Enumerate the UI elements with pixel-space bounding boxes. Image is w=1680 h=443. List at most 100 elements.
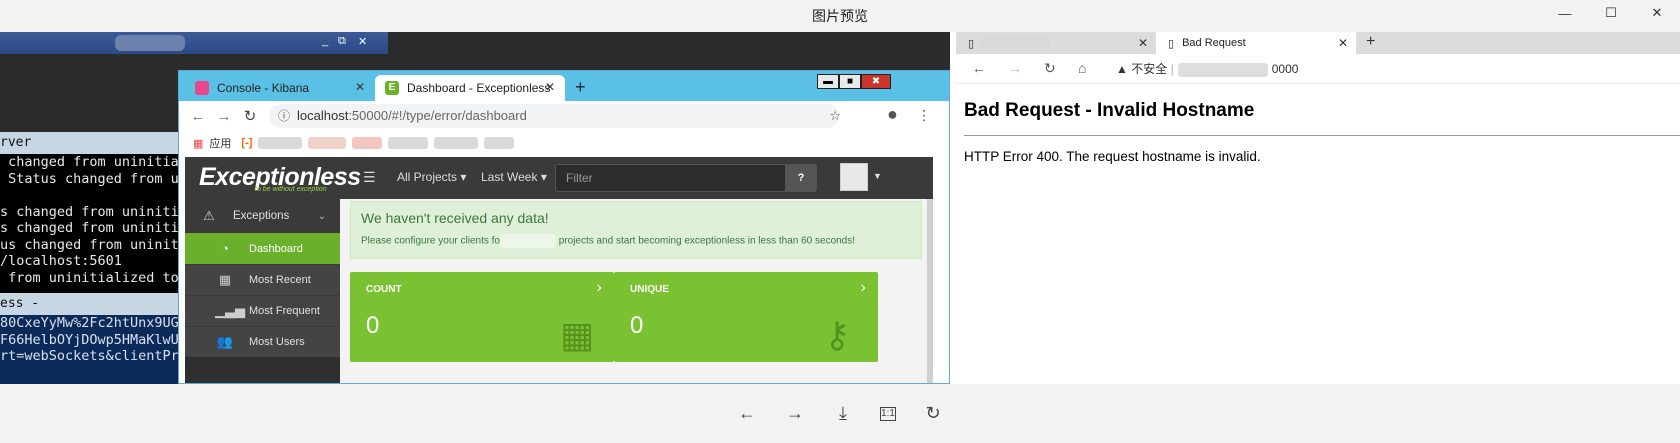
bookmark-apps[interactable]: 应用 <box>209 135 231 151</box>
chrome-window: Console - Kibana ✕ E Dashboard - Excepti… <box>178 70 950 384</box>
terminal-line: /localhost:5601 <box>0 253 122 269</box>
terminal-output: 80CxeYyMw%2Fc2htUnx9UG F66HelbOYjDOwp5HMa… <box>0 315 178 384</box>
minimize-button[interactable]: — <box>1542 0 1588 26</box>
error-page: Bad Request - Invalid Hostname HTTP Erro… <box>964 100 1680 164</box>
no-data-alert: We haven't received any data! Please con… <box>350 201 922 259</box>
terminal-minimize-button[interactable]: _ <box>322 35 328 47</box>
reload-icon[interactable]: ↻ <box>237 107 263 125</box>
tab-label: Console - Kibana <box>217 81 310 95</box>
tab-strip: Console - Kibana ✕ E Dashboard - Excepti… <box>179 71 949 101</box>
exceptionless-app: Exceptionless to be without exception ☰ … <box>185 157 933 383</box>
terminal-close-button[interactable]: ✕ <box>358 35 367 48</box>
sidebar-item-most-frequent[interactable]: ▁▃▅ Most Frequent <box>185 295 340 326</box>
sidebar-item-most-recent[interactable]: ▦ Most Recent <box>185 264 340 295</box>
sidebar-item-label: Most Users <box>249 336 305 348</box>
warning-icon: ⚠ <box>203 208 215 223</box>
new-tab-button[interactable]: + <box>575 77 586 98</box>
chrome-maximize-button[interactable]: ■ <box>839 74 861 89</box>
close-tab-icon[interactable]: ✕ <box>545 80 555 94</box>
tab-kibana[interactable]: Console - Kibana ✕ <box>185 75 375 101</box>
chrome-close-button[interactable]: ✖ <box>861 74 891 89</box>
redacted-bookmark[interactable] <box>484 137 515 149</box>
sidebar-item-dashboard[interactable]: ◔ Dashboard <box>185 233 340 264</box>
terminal-line: from uninitialized to <box>0 269 178 286</box>
alert-heading: We haven't received any data! <box>361 210 549 226</box>
dashboard-icon: ◔ <box>221 241 229 256</box>
redacted-title <box>115 35 185 51</box>
exceptionless-icon: E <box>385 81 399 95</box>
back-icon[interactable]: ← <box>972 60 986 76</box>
tab-exceptionless[interactable]: E Dashboard - Exceptionless ✕ <box>375 75 565 101</box>
profile-icon[interactable]: ● <box>887 104 898 125</box>
redacted-bookmark[interactable] <box>388 137 429 149</box>
terminal-line: rt=webSockets&clientPr <box>0 348 178 364</box>
warning-icon: ▲ <box>1116 62 1128 76</box>
close-button[interactable]: ✕ <box>1634 0 1680 26</box>
forward-icon[interactable]: → <box>211 108 237 125</box>
period-dropdown[interactable]: Last Week ▾ <box>481 170 547 184</box>
address-suffix: 0000 <box>1271 62 1299 76</box>
reload-icon[interactable]: ↻ <box>1044 60 1056 77</box>
chevron-down-icon: ⌄ <box>317 210 326 222</box>
tab-redacted[interactable]: ▯ ✕ <box>956 32 1156 54</box>
terminal-line: changed from uninitia <box>0 154 178 170</box>
actual-size-button[interactable]: 1:1 <box>880 406 896 421</box>
address-bar[interactable]: ⓘ localhost:50000/#!/type/error/dashboar… <box>269 104 841 128</box>
sidebar-item-most-users[interactable]: 👥 Most Users <box>185 326 340 357</box>
terminal-section-header: rver <box>0 132 178 154</box>
hamburger-icon[interactable]: ☰ <box>363 169 376 186</box>
new-tab-button[interactable]: + <box>1366 33 1375 51</box>
rotate-button[interactable]: ↻ <box>922 403 944 425</box>
previous-button[interactable]: ← <box>736 403 758 425</box>
download-button[interactable]: ⤓ <box>832 403 854 425</box>
home-icon[interactable]: ⌂ <box>1078 60 1086 76</box>
sidebar: ⚠ Exceptions ⌄ ◔ Dashboard ▦ Most Recent… <box>185 199 340 383</box>
close-tab-icon[interactable]: ✕ <box>1138 36 1148 50</box>
close-tab-icon[interactable]: ✕ <box>355 80 365 94</box>
sidebar-item-label: Most Recent <box>249 274 311 286</box>
tab-strip: ▯ ✕ ▯ Bad Request ✕ + <box>956 32 1680 54</box>
unique-tile[interactable]: UNIQUE 0 › ⚷ <box>614 272 878 362</box>
redacted-bookmark[interactable] <box>258 137 303 149</box>
menu-icon[interactable]: ⋮ <box>917 107 931 124</box>
avatar[interactable] <box>840 163 868 191</box>
error-message: HTTP Error 400. The request hostname is … <box>964 149 1261 164</box>
terminal-restore-button[interactable]: ⧉ <box>338 35 346 48</box>
url-host: localhost <box>297 108 349 123</box>
chevron-right-icon: › <box>860 279 866 296</box>
forward-icon[interactable]: → <box>1008 60 1022 76</box>
chevron-down-icon[interactable]: ▼ <box>873 171 882 181</box>
terminal-line: us changed from uninit <box>0 236 178 253</box>
image-canvas: _ ⧉ ✕ rver changed from uninitia Status … <box>0 32 1680 384</box>
address-bar[interactable]: ▲ 不安全 | 0000 <box>1116 58 1298 80</box>
tile-label: COUNT <box>366 284 402 295</box>
redacted-bookmark[interactable] <box>352 137 383 149</box>
alert-text: Please configure your clients fo project… <box>361 234 856 248</box>
filter-input[interactable]: Filter <box>555 164 813 192</box>
close-tab-icon[interactable]: ✕ <box>1338 36 1348 50</box>
next-button[interactable]: → <box>784 403 806 425</box>
chrome-minimize-button[interactable]: ▬ <box>817 74 839 89</box>
redacted-bookmark[interactable] <box>308 137 347 149</box>
bookmark-icon[interactable]: [-] <box>241 137 252 149</box>
terminal-line: F66HelbOYjDOwp5HMaKlwU <box>0 331 178 348</box>
scrollbar[interactable] <box>927 199 933 383</box>
projects-dropdown[interactable]: All Projects ▾ <box>397 170 466 184</box>
tab-bad-request[interactable]: ▯ Bad Request ✕ <box>1156 32 1356 54</box>
sidebar-group-exceptions[interactable]: ⚠ Exceptions ⌄ <box>185 199 340 233</box>
count-tile[interactable]: COUNT 0 › ▦ <box>350 272 614 362</box>
page-icon: ▯ <box>1168 37 1175 50</box>
viewer-window-controls: — ☐ ✕ <box>1542 0 1680 26</box>
users-icon: 👥 <box>216 334 234 349</box>
apps-icon[interactable]: ▦ <box>193 137 203 150</box>
sidebar-item-label: Most Frequent <box>249 305 320 317</box>
back-icon[interactable]: ← <box>185 108 211 125</box>
maximize-button[interactable]: ☐ <box>1588 0 1634 26</box>
bookmarks-bar: ▦ 应用 [-] <box>179 131 949 155</box>
bookmark-star-icon[interactable]: ☆ <box>829 104 841 128</box>
redacted-bookmark[interactable] <box>434 137 479 149</box>
help-button[interactable]: ? <box>785 164 817 192</box>
chevron-right-icon: › <box>596 279 602 296</box>
tile-value: 0 <box>366 312 380 339</box>
